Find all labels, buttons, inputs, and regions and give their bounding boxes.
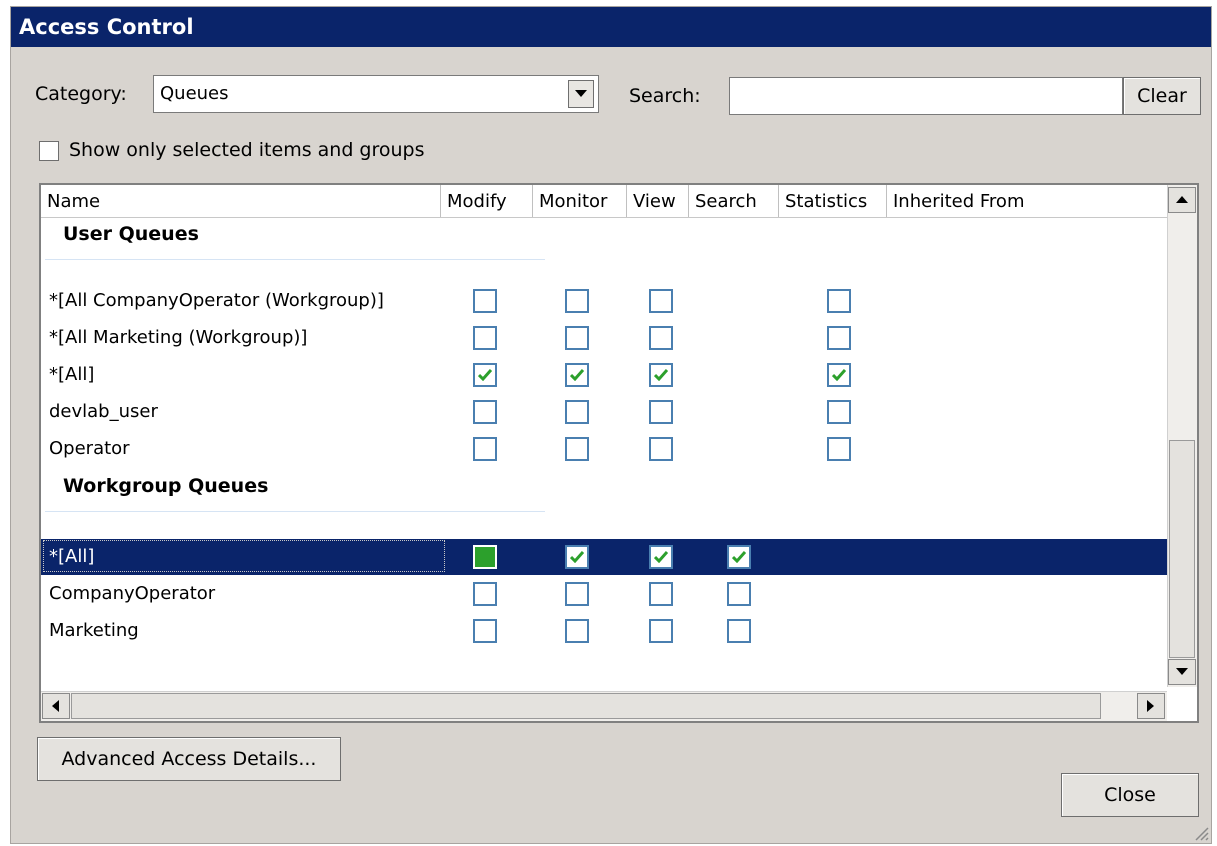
modify-checkbox[interactable] (473, 545, 497, 569)
row-name: *[All] (49, 364, 95, 385)
search-checkbox[interactable] (727, 545, 751, 569)
monitor-checkbox[interactable] (565, 545, 589, 569)
row-name: *[All Marketing (Workgroup)] (49, 327, 308, 348)
scroll-up-icon[interactable] (1168, 187, 1196, 213)
table-row[interactable]: CompanyOperator (41, 576, 1167, 612)
view-checkbox[interactable] (649, 619, 673, 643)
row-name: devlab_user (49, 401, 158, 422)
table-header: Name Modify Monitor View Search Statisti… (41, 185, 1167, 218)
row-name: CompanyOperator (49, 583, 216, 604)
show-selected-checkbox[interactable] (39, 141, 59, 161)
group-title: Workgroup Queues (63, 475, 269, 497)
statistics-checkbox[interactable] (827, 363, 851, 387)
row-name: *[All] (49, 546, 95, 567)
modify-checkbox[interactable] (473, 437, 497, 461)
column-header-modify[interactable]: Modify (441, 185, 533, 217)
monitor-checkbox[interactable] (565, 582, 589, 606)
table-row[interactable]: devlab_user (41, 394, 1167, 430)
column-header-name[interactable]: Name (41, 185, 441, 217)
view-checkbox[interactable] (649, 363, 673, 387)
view-checkbox[interactable] (649, 437, 673, 461)
checkmark-icon (570, 369, 584, 381)
checkmark-icon (832, 369, 846, 381)
advanced-access-details-button[interactable]: Advanced Access Details... (37, 737, 341, 781)
access-control-window: Access Control Category: Queues Search: … (10, 6, 1212, 844)
resize-grip-icon[interactable] (1191, 823, 1209, 841)
column-header-statistics[interactable]: Statistics (779, 185, 887, 217)
focus-outline (43, 540, 445, 572)
category-label: Category: (35, 83, 127, 105)
modify-checkbox[interactable] (473, 289, 497, 313)
scroll-left-icon[interactable] (42, 693, 70, 719)
table-row[interactable]: *[All CompanyOperator (Workgroup)] (41, 283, 1167, 319)
monitor-checkbox[interactable] (565, 326, 589, 350)
modify-checkbox[interactable] (473, 400, 497, 424)
statistics-checkbox[interactable] (827, 437, 851, 461)
checkmark-icon (732, 551, 746, 563)
window-title: Access Control (11, 7, 1211, 47)
view-checkbox[interactable] (649, 582, 673, 606)
view-checkbox[interactable] (649, 326, 673, 350)
column-header-view[interactable]: View (627, 185, 689, 217)
table-row[interactable]: Operator (41, 431, 1167, 467)
access-table: Name Modify Monitor View Search Statisti… (39, 183, 1199, 723)
column-header-inherited-from[interactable]: Inherited From (887, 185, 1167, 217)
group-title: User Queues (63, 223, 199, 245)
monitor-checkbox[interactable] (565, 289, 589, 313)
view-checkbox[interactable] (649, 289, 673, 313)
table-row[interactable]: *[All] (41, 357, 1167, 393)
scroll-right-icon[interactable] (1137, 693, 1165, 719)
horizontal-scroll-thumb[interactable] (71, 693, 1101, 719)
checkmark-icon (570, 551, 584, 563)
search-input[interactable] (729, 77, 1123, 115)
row-name: Operator (49, 438, 130, 459)
row-name: Marketing (49, 620, 139, 641)
column-header-search[interactable]: Search (689, 185, 779, 217)
group-separator (45, 259, 545, 260)
column-header-monitor[interactable]: Monitor (533, 185, 627, 217)
clear-button[interactable]: Clear (1123, 77, 1201, 115)
table-row[interactable]: *[All Marketing (Workgroup)] (41, 320, 1167, 356)
vertical-scroll-thumb[interactable] (1169, 440, 1195, 658)
row-name: *[All CompanyOperator (Workgroup)] (49, 290, 384, 311)
modify-checkbox[interactable] (473, 363, 497, 387)
modify-checkbox[interactable] (473, 326, 497, 350)
statistics-checkbox[interactable] (827, 289, 851, 313)
search-label: Search: (629, 85, 701, 107)
statistics-checkbox[interactable] (827, 400, 851, 424)
checkmark-icon (654, 369, 668, 381)
horizontal-scrollbar[interactable] (41, 691, 1167, 721)
show-selected-label: Show only selected items and groups (69, 139, 425, 161)
monitor-checkbox[interactable] (565, 363, 589, 387)
search-checkbox[interactable] (727, 619, 751, 643)
monitor-checkbox[interactable] (565, 400, 589, 424)
statistics-checkbox[interactable] (827, 326, 851, 350)
monitor-checkbox[interactable] (565, 619, 589, 643)
scroll-down-icon[interactable] (1168, 659, 1196, 685)
view-checkbox[interactable] (649, 400, 673, 424)
category-value: Queues (160, 83, 229, 104)
category-dropdown[interactable]: Queues (153, 75, 599, 113)
table-row[interactable]: Marketing (41, 613, 1167, 649)
dropdown-arrow-icon[interactable] (568, 80, 594, 108)
modify-checkbox[interactable] (473, 619, 497, 643)
close-button[interactable]: Close (1061, 773, 1199, 817)
vertical-scrollbar[interactable] (1167, 185, 1197, 687)
monitor-checkbox[interactable] (565, 437, 589, 461)
checkmark-icon (478, 369, 492, 381)
modify-checkbox[interactable] (473, 582, 497, 606)
view-checkbox[interactable] (649, 545, 673, 569)
checkmark-icon (654, 551, 668, 563)
search-checkbox[interactable] (727, 582, 751, 606)
table-row[interactable]: *[All] (41, 539, 1167, 575)
group-separator (45, 511, 545, 512)
